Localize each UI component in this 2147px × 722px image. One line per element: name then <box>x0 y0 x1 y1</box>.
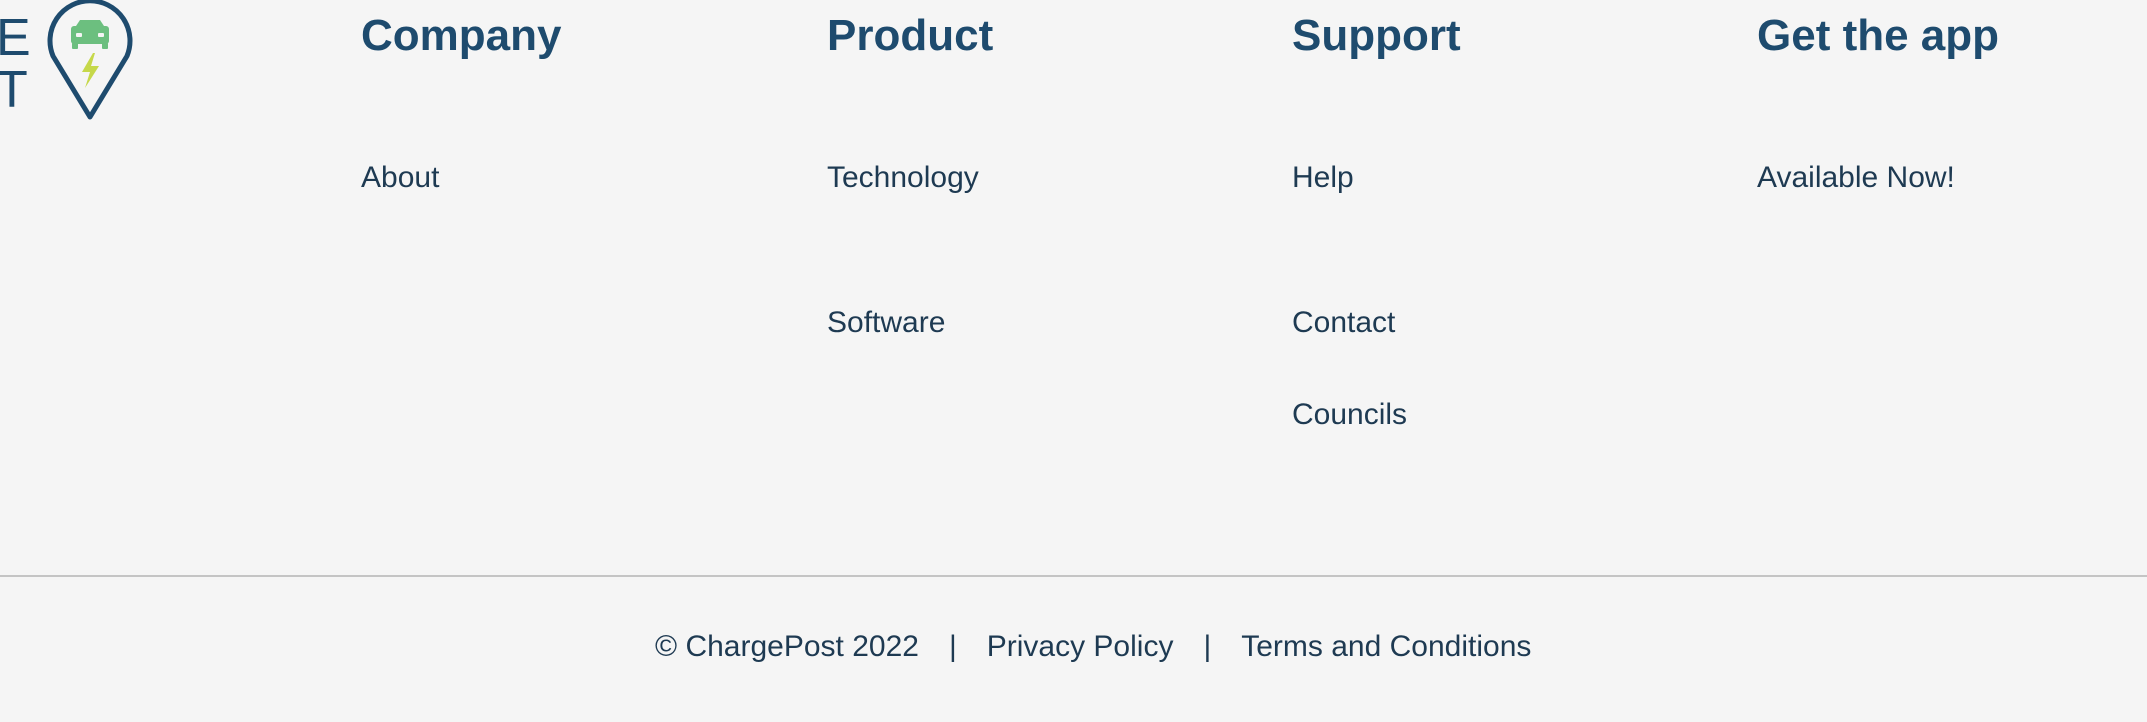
footer-link-technology[interactable]: Technology <box>827 160 979 196</box>
brand-logo[interactable]: E T <box>0 0 140 122</box>
terms-and-conditions-link[interactable]: Terms and Conditions <box>1241 630 1531 664</box>
copyright-text: © ChargePost 2022 <box>655 630 919 663</box>
site-footer: E T Company About Product Technology Sof… <box>0 0 2147 722</box>
footer-link-contact[interactable]: Contact <box>1292 305 1395 341</box>
footer-bottom-bar: © ChargePost 2022 | Privacy Policy | Ter… <box>655 627 1531 667</box>
column-heading-app: Get the app <box>1757 11 2000 60</box>
column-heading-product: Product <box>827 11 994 60</box>
map-pin-car-bolt-icon <box>47 0 133 120</box>
car-icon <box>71 20 109 49</box>
column-heading-support: Support <box>1292 11 1461 60</box>
separator: | <box>1203 630 1212 663</box>
logo-letter: T <box>0 61 28 119</box>
column-heading-company: Company <box>361 11 562 60</box>
privacy-policy-link[interactable]: Privacy Policy <box>987 630 1174 664</box>
footer-link-councils[interactable]: Councils <box>1292 397 1407 433</box>
footer-divider <box>0 575 2147 577</box>
separator: | <box>948 630 957 663</box>
footer-link-help[interactable]: Help <box>1292 160 1354 196</box>
logo-letter: E <box>0 9 31 67</box>
footer-link-available-now[interactable]: Available Now! <box>1757 160 1955 196</box>
footer-link-about[interactable]: About <box>361 160 439 196</box>
footer-link-software[interactable]: Software <box>827 305 945 341</box>
bolt-icon <box>82 53 99 88</box>
logo-letters: E T <box>0 12 31 116</box>
